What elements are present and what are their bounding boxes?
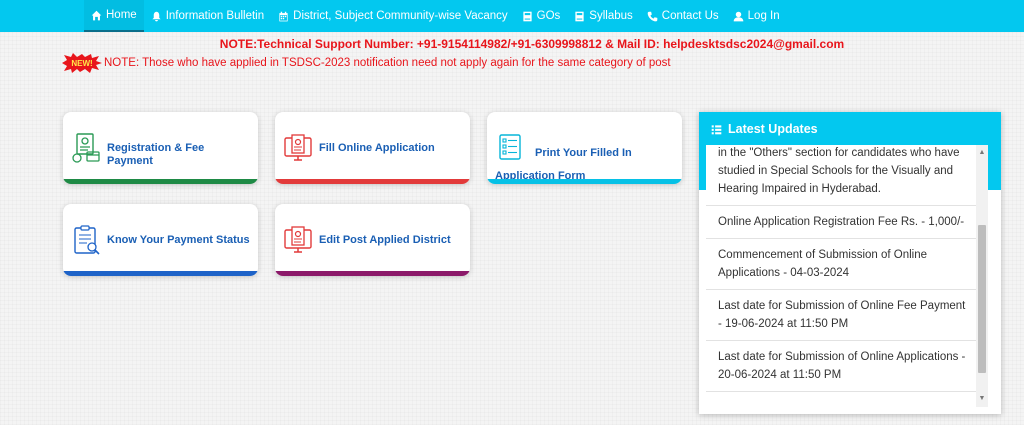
- nav-log-in[interactable]: Log In: [726, 0, 787, 32]
- calendar-icon: [279, 11, 288, 21]
- list-item: Commencement of Submission of Online App…: [706, 239, 976, 290]
- nav-home[interactable]: Home: [84, 0, 144, 32]
- nav-contact-us[interactable]: Contact Us: [640, 0, 726, 32]
- updates-list[interactable]: in the "Others" section for candidates w…: [706, 145, 988, 407]
- list-item: in the "Others" section for candidates w…: [706, 145, 976, 206]
- edit-district-icon: [284, 226, 312, 253]
- nav-label: GOs: [536, 10, 561, 22]
- list-item: Online Application Registration Fee Rs. …: [706, 206, 976, 239]
- card-accent-bar: [275, 271, 470, 276]
- nav-gos[interactable]: GOs: [515, 0, 568, 32]
- registration-fee-payment-card[interactable]: Registration & Fee Payment: [63, 112, 258, 184]
- latest-updates-panel: Latest Updates in the "Others" section f…: [699, 112, 1001, 414]
- nav-information-bulletin[interactable]: Information Bulletin: [144, 0, 271, 32]
- card-label: Registration & Fee Payment: [107, 142, 205, 167]
- list-item: Last date for Submission of Online Fee P…: [706, 290, 976, 341]
- technical-support-notice: NOTE:Technical Support Number: +91-91541…: [219, 37, 845, 51]
- payment-status-card[interactable]: Know Your Payment Status: [63, 204, 258, 276]
- latest-updates-title: Latest Updates: [711, 122, 818, 136]
- scroll-up-icon[interactable]: ▲: [976, 147, 988, 159]
- card-label: Fill Online Application: [319, 142, 435, 154]
- nav-label: District, Subject Community-wise Vacancy: [293, 10, 508, 22]
- book-icon: [523, 11, 532, 21]
- latest-updates-title-text: Latest Updates: [728, 122, 818, 136]
- edit-post-applied-district-card[interactable]: Edit Post Applied District: [275, 204, 470, 276]
- nav-vacancy[interactable]: District, Subject Community-wise Vacancy: [271, 0, 515, 32]
- payment-status-icon: [74, 225, 100, 255]
- nav-label: Home: [106, 9, 137, 21]
- card-accent-bar: [63, 271, 258, 276]
- nav-syllabus[interactable]: Syllabus: [567, 0, 639, 32]
- updates-scrollbar[interactable]: ▲ ▼: [976, 145, 988, 407]
- fill-online-application-card[interactable]: Fill Online Application: [275, 112, 470, 184]
- new-badge-icon: NEW!: [62, 53, 102, 73]
- scrollbar-thumb[interactable]: [978, 225, 986, 373]
- already-applied-notice: NOTE: Those who have applied in TSDSC-20…: [104, 57, 671, 69]
- card-label: Print Your Filled In Application Form: [495, 147, 632, 182]
- home-icon: [91, 10, 102, 20]
- list-icon: [711, 124, 722, 134]
- top-navbar: Home Information Bulletin District, Subj…: [0, 0, 1024, 32]
- book-icon: [575, 11, 584, 21]
- card-accent-bar: [487, 179, 682, 184]
- phone-icon: [647, 11, 658, 21]
- nav-label: Information Bulletin: [165, 10, 265, 22]
- card-label: Edit Post Applied District: [319, 234, 451, 246]
- scroll-down-icon[interactable]: ▼: [976, 393, 988, 405]
- nav-label: Syllabus: [589, 10, 633, 22]
- user-icon: [733, 11, 743, 21]
- registration-icon: [72, 133, 100, 163]
- new-badge-text: NEW!: [71, 59, 92, 68]
- card-accent-bar: [275, 179, 470, 184]
- card-label: Know Your Payment Status: [107, 234, 250, 246]
- online-application-icon: [284, 134, 312, 161]
- nav-label: Contact Us: [661, 10, 719, 22]
- bell-icon: [152, 11, 161, 21]
- card-accent-bar: [63, 179, 258, 184]
- list-item: Last date for Submission of Online Appli…: [706, 341, 976, 392]
- nav-label: Log In: [747, 10, 780, 22]
- print-application-form-card[interactable]: Print Your Filled In Application Form: [487, 112, 682, 184]
